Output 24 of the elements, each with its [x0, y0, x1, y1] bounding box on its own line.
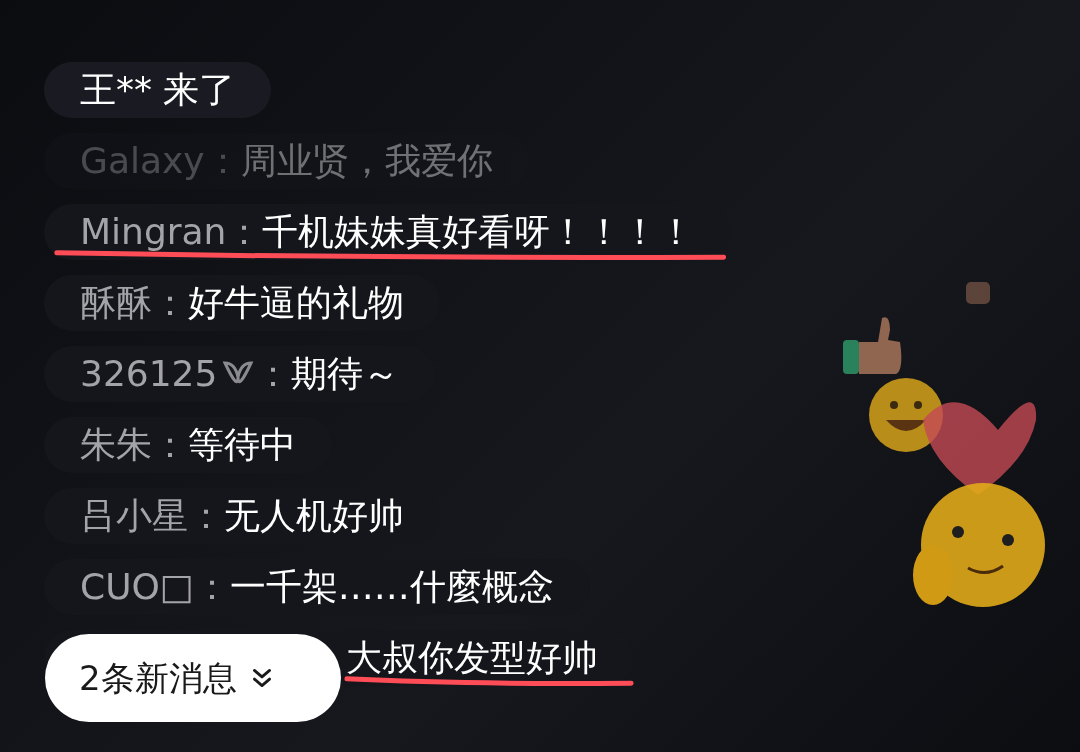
colon: ：	[255, 352, 292, 396]
username: 朱朱	[80, 423, 152, 467]
username: Mingran	[80, 210, 227, 254]
colon: ：	[193, 565, 230, 609]
message-text: 大叔你发型好帅	[346, 636, 598, 680]
message-text: 周业贤，我爱你	[240, 139, 493, 183]
username: Galaxy	[80, 139, 205, 183]
colon: ：	[152, 281, 188, 325]
username: 吕小星	[80, 494, 188, 538]
message-text: 千机妹妹真好看呀！！！！	[262, 210, 695, 254]
username: 酥酥	[80, 281, 152, 325]
colon: ：	[152, 423, 188, 467]
message-text: 期待～	[291, 352, 400, 396]
message-text: 无人机好帅	[224, 494, 404, 538]
colon: ：	[188, 494, 224, 538]
username: 326125	[80, 352, 218, 396]
message-text: 等待中	[188, 423, 296, 467]
new-messages-button[interactable]: 2条新消息	[45, 634, 341, 722]
colon: ：	[226, 210, 263, 254]
message-text: 好牛逼的礼物	[188, 281, 404, 325]
colon: ：	[204, 139, 241, 183]
message-text: 一千架……什麼概念	[229, 565, 554, 609]
username: CUO□	[80, 565, 194, 609]
join-notice: 王** 来了	[80, 68, 236, 112]
